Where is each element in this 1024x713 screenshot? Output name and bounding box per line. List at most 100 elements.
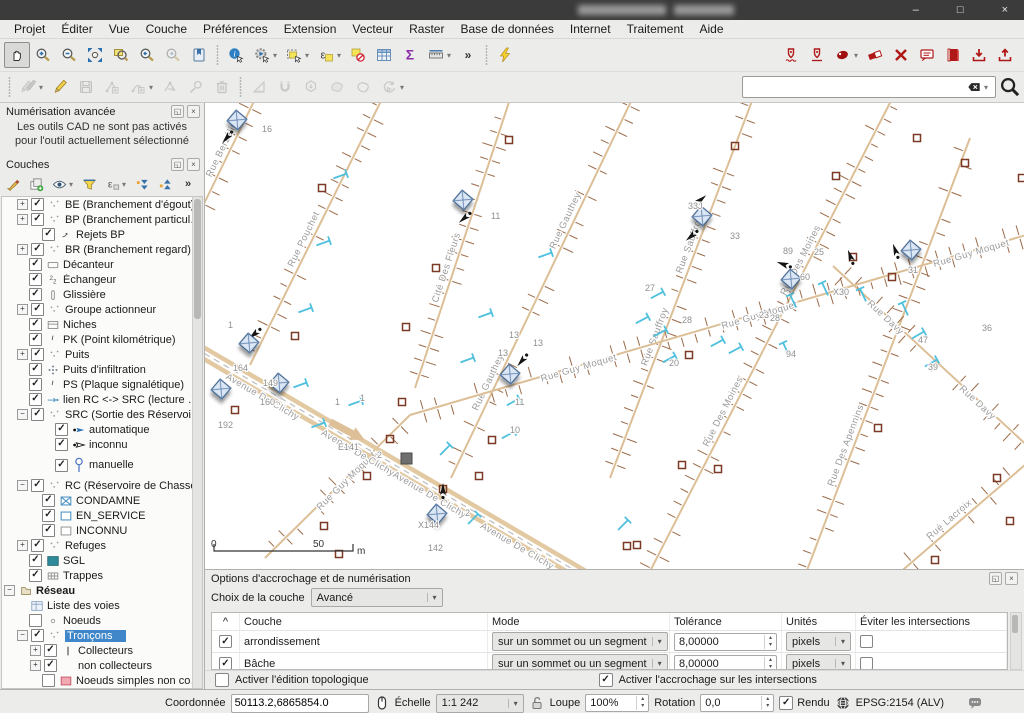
layer-checkbox[interactable]: ✓ (44, 659, 57, 672)
red-notebook-tool-button[interactable] (940, 42, 966, 68)
layer-item-pk-point-kilometrique[interactable]: ✓PK (Point kilométrique) (2, 332, 202, 347)
search-icon[interactable] (1000, 77, 1020, 97)
mode-combobox[interactable]: sur un sommet ou un segment▾ (492, 632, 668, 651)
menu-vecteur[interactable]: Vecteur (344, 21, 401, 37)
row-checkbox[interactable]: ✓ (219, 657, 232, 670)
layer-item-reseau[interactable]: −Réseau (2, 583, 202, 598)
column-unites[interactable]: Unités (782, 613, 856, 630)
tolerance-spinbox[interactable]: 8,00000▴▾ (674, 633, 777, 651)
window-titlebar[interactable]: – □ × (0, 0, 1024, 20)
layer-item-refuges[interactable]: +✓Refuges (2, 538, 202, 553)
expander-icon[interactable]: − (17, 409, 28, 420)
expand-all-button[interactable] (131, 174, 153, 194)
layer-item-trappes[interactable]: ✓Trappes (2, 568, 202, 583)
units-combobox[interactable]: pixels▾ (786, 654, 851, 670)
expander-icon[interactable]: + (17, 540, 28, 551)
collapse-all-button[interactable] (154, 174, 176, 194)
zoom-out-button[interactable] (56, 42, 82, 68)
layer-checkbox[interactable]: ✓ (29, 258, 42, 271)
menu-raster[interactable]: Raster (401, 21, 452, 37)
statistical-summary-button[interactable]: Σ (397, 42, 423, 68)
crs-globe-icon[interactable] (835, 695, 851, 711)
topological-editing-checkbox[interactable] (215, 673, 229, 687)
deselect-features-button[interactable] (345, 42, 371, 68)
mouse-extent-icon[interactable] (374, 695, 390, 711)
minimize-button[interactable]: – (913, 0, 919, 20)
filter-legend-button[interactable] (78, 174, 100, 194)
units-combobox[interactable]: pixels▾ (786, 632, 851, 651)
layer-checkbox[interactable]: ✓ (42, 228, 55, 241)
cad-tools-button[interactable] (246, 74, 272, 100)
avoid-intersections-checkbox[interactable] (860, 657, 873, 670)
expander-icon[interactable]: + (17, 304, 28, 315)
layer-item-src-sortie-des-reservoirs[interactable]: −✓SRC (Sortie des Réservoirs ... (2, 407, 202, 422)
render-checkbox[interactable]: ✓ (779, 696, 793, 710)
layer-checkbox[interactable]: ✓ (31, 539, 44, 552)
row-layer-name[interactable]: Bâche (240, 653, 488, 670)
mode-combobox[interactable]: sur un sommet ou un segment▾ (492, 654, 668, 670)
red-annotation-pin-wave-button[interactable] (778, 42, 804, 68)
layer-item-non-collecteurs[interactable]: +✓non collecteurs (2, 658, 202, 673)
offset-curve-button[interactable] (350, 74, 376, 100)
zoom-in-button[interactable] (30, 42, 56, 68)
filter-by-expression-dropdown[interactable]: ▾ (122, 180, 130, 189)
red-comment-tool-button[interactable] (914, 42, 940, 68)
layer-item-bp-branchement-particulier[interactable]: +✓BP (Branchement particulier) (2, 212, 202, 227)
layer-item-inconnu[interactable]: ✓INCONNU (2, 523, 202, 538)
zoom-full-extent-button[interactable] (82, 42, 108, 68)
clear-input-icon[interactable] (967, 80, 981, 94)
layer-checkbox[interactable]: ✓ (42, 524, 55, 537)
zoom-to-layer-button[interactable] (108, 42, 134, 68)
sort-indicator[interactable]: ^ (212, 613, 240, 630)
layer-item-rejets-bp[interactable]: ✓Rejets BP (2, 227, 202, 242)
run-feature-action-button[interactable] (249, 42, 275, 68)
menu-base-de-donnees[interactable]: Base de données (452, 21, 561, 37)
layer-checkbox[interactable]: ✓ (44, 644, 57, 657)
zoom-next-button[interactable] (160, 42, 186, 68)
snap-intersections-checkbox[interactable]: ✓ (599, 673, 613, 687)
layer-checkbox[interactable]: ✓ (42, 509, 55, 522)
layer-item-rc-reservoire-de-chasse[interactable]: −✓RC (Réservoire de Chasse) (2, 478, 202, 493)
red-delete-tool-button[interactable] (888, 42, 914, 68)
layer-tree-scrollbar[interactable] (192, 197, 202, 688)
manage-visibility-dropdown[interactable]: ▾ (69, 180, 77, 189)
column-couche[interactable]: Couche (240, 613, 488, 630)
menu-projet[interactable]: Projet (6, 21, 53, 37)
menu-editer[interactable]: Éditer (53, 21, 100, 37)
layer-item-collecteurs[interactable]: +✓Collecteurs (2, 643, 202, 658)
panel-close-icon[interactable]: × (187, 105, 200, 118)
measure-button[interactable] (423, 42, 449, 68)
open-attribute-table-button[interactable] (371, 42, 397, 68)
menu-couche[interactable]: Couche (138, 21, 195, 37)
layer-checkbox[interactable]: ✓ (29, 288, 42, 301)
add-feature-button[interactable] (99, 74, 125, 100)
layer-checkbox[interactable]: ✓ (42, 494, 55, 507)
red-eraser-tool-button[interactable] (862, 42, 888, 68)
layer-item-automatique[interactable]: ✓automatique (2, 422, 202, 437)
layer-checkbox[interactable]: ✓ (29, 393, 42, 406)
layer-checkbox[interactable]: ✓ (29, 378, 42, 391)
avoid-intersections-checkbox[interactable] (860, 635, 873, 648)
close-button[interactable]: × (1002, 0, 1008, 20)
layer-checkbox[interactable]: ✓ (29, 333, 42, 346)
add-circular-string-button[interactable] (125, 74, 151, 100)
menu-extension[interactable]: Extension (276, 21, 345, 37)
current-edits-button[interactable] (15, 74, 41, 100)
red-shape-tool-button[interactable] (830, 42, 856, 68)
maximize-button[interactable]: □ (957, 0, 964, 20)
manage-visibility-button[interactable] (48, 174, 70, 194)
toggle-editing-button[interactable] (47, 74, 73, 100)
column-mode[interactable]: Mode (488, 613, 670, 630)
zoom-last-button[interactable] (134, 42, 160, 68)
layer-item-niches[interactable]: ✓Niches (2, 317, 202, 332)
column-tolerance[interactable]: Tolérance (670, 613, 782, 630)
layer-checkbox[interactable]: ✓ (29, 273, 42, 286)
menu-aide[interactable]: Aide (691, 21, 731, 37)
layer-checkbox[interactable]: ✓ (29, 569, 42, 582)
row-checkbox[interactable]: ✓ (219, 635, 232, 648)
lock-scale-icon[interactable] (529, 695, 545, 711)
modify-attributes-button[interactable] (183, 74, 209, 100)
expander-icon[interactable]: − (17, 630, 28, 641)
map-canvas[interactable]: Rue BerzéliusRue PouchetCité Des FleursR… (205, 103, 1024, 569)
layer-checkbox[interactable]: ✓ (55, 459, 68, 472)
